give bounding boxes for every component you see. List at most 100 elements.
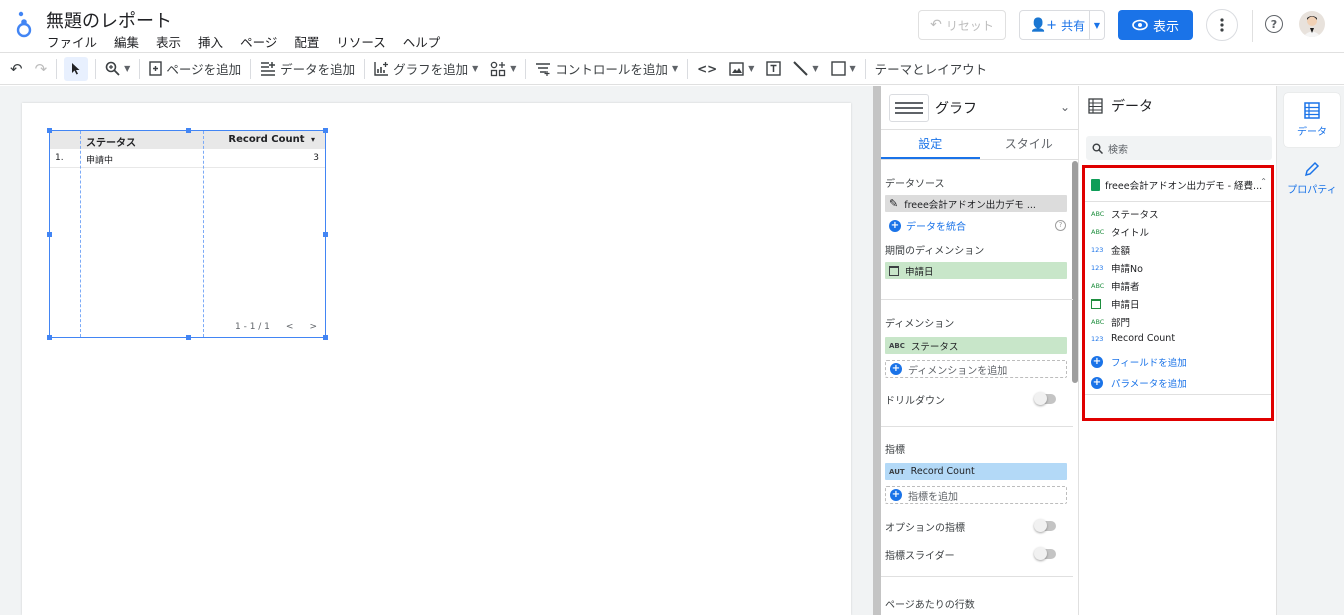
add-dimension-button[interactable]: + ディメンションを追加 [885, 360, 1067, 378]
resize-handle[interactable] [186, 335, 191, 340]
chart-type-selector[interactable]: グラフ ⌄ [881, 86, 1078, 130]
add-metric-label: 指標を追加 [908, 491, 958, 503]
table-header-status[interactable]: ステータス [86, 134, 136, 149]
looker-studio-logo-icon[interactable] [14, 10, 34, 38]
add-parameter-button[interactable]: + パラメータを追加 [1091, 376, 1187, 390]
table-header-record-count[interactable]: Record Count ▾ [228, 134, 315, 145]
more-options-button[interactable] [1206, 9, 1238, 41]
data-source-header[interactable]: freee会計アドオン出力デモ - 経費... ⌃ [1085, 168, 1271, 202]
drilldown-toggle[interactable] [1034, 392, 1056, 405]
column-divider[interactable] [203, 131, 204, 337]
help-icon[interactable]: ? [1055, 220, 1066, 231]
field-name: 部門 [1111, 318, 1131, 329]
field-item[interactable]: 申請日 [1091, 297, 1140, 311]
prev-page-icon[interactable]: < [286, 322, 294, 332]
field-item[interactable]: 123 金額 [1091, 243, 1130, 257]
pencil-icon: ✎ [889, 197, 899, 210]
line-button[interactable]: ▼ [787, 53, 824, 84]
number-type-icon: 123 [1091, 264, 1104, 272]
date-dimension-chip[interactable]: 申請日 [885, 262, 1067, 279]
add-circle-icon: + [890, 489, 902, 501]
field-search-input[interactable]: 検索 [1086, 136, 1272, 160]
undo-button[interactable]: ↶ [0, 53, 29, 84]
resize-handle[interactable] [47, 335, 52, 340]
menu-file[interactable]: ファイル [47, 32, 97, 51]
field-item[interactable]: ABC 申請者 [1091, 279, 1140, 293]
data-source-chip[interactable]: ✎ freee会計アドオン出力デモ ... [885, 195, 1067, 212]
menu-help[interactable]: ヘルプ [403, 32, 441, 51]
shape-button[interactable]: ▼ [825, 53, 862, 84]
field-item[interactable]: ABC タイトル [1091, 225, 1149, 239]
reset-button[interactable]: ↶ リセット [918, 10, 1006, 40]
dimension-name: ステータス [910, 341, 959, 353]
field-item[interactable]: 123 申請No [1091, 261, 1143, 275]
share-dropdown-icon[interactable]: ▼ [1090, 21, 1104, 30]
add-field-button[interactable]: + フィールドを追加 [1091, 355, 1187, 369]
menu-resource[interactable]: リソース [336, 32, 385, 51]
menu-view[interactable]: 表示 [156, 32, 181, 51]
tab-setup[interactable]: 設定 [881, 130, 980, 159]
data-panel-title: データ [1111, 99, 1153, 115]
add-control-button[interactable]: コントロールを追加 ▼ [529, 53, 684, 84]
add-chart-button[interactable]: グラフを追加 ▼ [368, 53, 484, 84]
resize-handle[interactable] [323, 128, 328, 133]
table-chart-icon [889, 93, 929, 122]
help-icon[interactable]: ? [1265, 15, 1283, 33]
chevron-up-icon[interactable]: ⌃ [1260, 177, 1267, 186]
line-icon [793, 61, 809, 76]
resize-handle[interactable] [323, 232, 328, 237]
zoom-button[interactable]: ▼ [99, 53, 136, 84]
view-button[interactable]: 表示 [1118, 10, 1193, 40]
chart-tabs: 設定 スタイル [881, 130, 1078, 160]
field-item[interactable]: ABC ステータス [1091, 207, 1159, 221]
table-chart[interactable]: ステータス Record Count ▾ 1. 申請中 3 1 - 1 / 1 … [47, 128, 328, 340]
add-data-label: データを追加 [280, 62, 356, 77]
toolbar-separator [864, 58, 866, 79]
tab-style[interactable]: スタイル [980, 130, 1079, 159]
blend-data-button[interactable]: + データを統合 [889, 218, 966, 233]
share-button[interactable]: 👤+ 共有 ▼ [1019, 10, 1105, 40]
field-item[interactable]: 123 Record Count [1091, 333, 1175, 344]
section-divider [881, 576, 1073, 577]
table-row[interactable]: 1. 申請中 3 [50, 149, 325, 168]
select-pointer-icon[interactable] [64, 56, 89, 81]
record-count-header-label: Record Count [228, 134, 305, 145]
next-page-icon[interactable]: > [309, 322, 317, 332]
report-title[interactable]: 無題のレポート [46, 7, 172, 33]
add-page-button[interactable]: ページを追加 [143, 53, 247, 84]
dimension-label: ディメンション [885, 319, 955, 330]
embed-code-button[interactable]: <> [691, 53, 723, 84]
dimension-chip[interactable]: ABC ステータス [885, 337, 1067, 354]
report-page[interactable]: ステータス Record Count ▾ 1. 申請中 3 1 - 1 / 1 … [22, 103, 851, 615]
optional-metric-toggle[interactable] [1034, 519, 1056, 532]
rail-data-button[interactable]: データ [1284, 93, 1340, 147]
community-viz-button[interactable]: ▼ [484, 53, 522, 84]
resize-handle[interactable] [47, 232, 52, 237]
menu-insert[interactable]: 挿入 [198, 32, 223, 51]
panel-scrollbar[interactable] [1072, 161, 1078, 383]
theme-layout-button[interactable]: テーマとレイアウト [869, 53, 994, 84]
add-metric-button[interactable]: + 指標を追加 [885, 486, 1067, 504]
resize-handle[interactable] [323, 335, 328, 340]
share-main[interactable]: 👤+ 共有 [1020, 11, 1090, 39]
metric-chip[interactable]: AUT Record Count [885, 463, 1067, 480]
data-panel-header: データ [1088, 96, 1153, 116]
image-button[interactable]: ▼ [723, 53, 760, 84]
menu-page[interactable]: ページ [240, 32, 277, 51]
menu-arrange[interactable]: 配置 [294, 32, 319, 51]
blend-data-label: データを統合 [906, 222, 966, 233]
text-button[interactable] [760, 53, 787, 84]
avatar[interactable] [1299, 11, 1325, 37]
add-person-icon: 👤+ [1030, 17, 1058, 33]
resize-handle[interactable] [186, 128, 191, 133]
column-divider[interactable] [80, 131, 81, 337]
redo-button[interactable]: ↷ [29, 53, 54, 84]
field-item[interactable]: ABC 部門 [1091, 315, 1130, 329]
right-rail: データ プロパティ [1276, 86, 1344, 615]
canvas-scrollbar[interactable] [873, 86, 881, 615]
rail-properties-button[interactable]: プロパティ [1284, 151, 1340, 205]
menu-edit[interactable]: 編集 [114, 32, 139, 51]
add-data-button[interactable]: データを追加 [254, 53, 361, 84]
resize-handle[interactable] [47, 128, 52, 133]
metric-slider-toggle[interactable] [1034, 547, 1056, 560]
